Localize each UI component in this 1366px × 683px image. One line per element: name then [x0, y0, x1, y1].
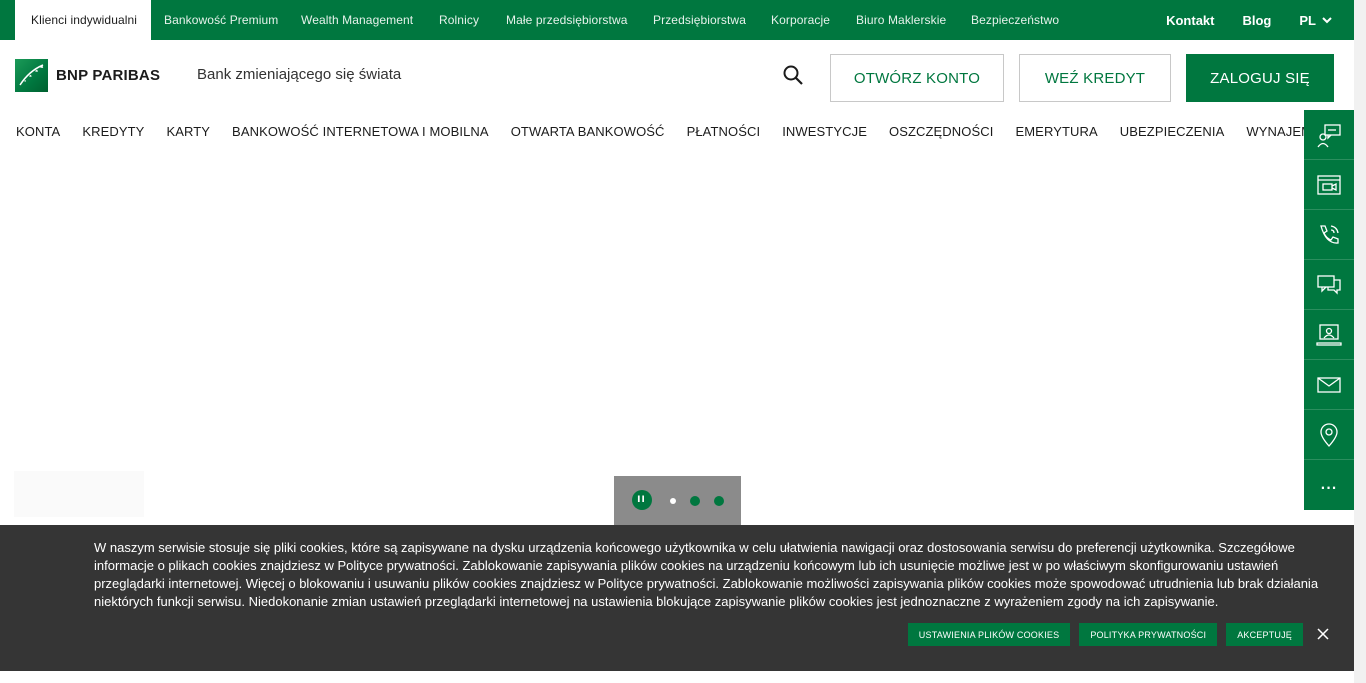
nav-item-oszczednosci[interactable]: OSZCZĘDNOŚCI — [889, 124, 993, 144]
privacy-policy-button[interactable]: POLITYKA PRYWATNOŚCI — [1079, 623, 1218, 646]
chat-icon[interactable] — [1304, 260, 1354, 310]
cookie-actions: USTAWIENIA PLIKÓW COOKIES POLITYKA PRYWA… — [907, 623, 1303, 646]
location-pin-icon[interactable] — [1304, 410, 1354, 460]
cookie-banner: W naszym serwisie stosuje się pliki cook… — [0, 525, 1354, 671]
carousel-dot-1[interactable] — [669, 498, 676, 504]
language-selector[interactable]: PL — [1299, 13, 1332, 28]
blog-link[interactable]: Blog — [1242, 13, 1271, 28]
segment-bankowosc-premium[interactable]: Bankowość Premium — [164, 13, 278, 27]
video-call-icon[interactable] — [1304, 160, 1354, 210]
nav-item-otwarta-bankowosc[interactable]: OTWARTA BANKOWOŚĆ — [511, 124, 665, 144]
nav-item-wynajem[interactable]: WYNAJEM — [1246, 124, 1312, 144]
chevron-down-icon — [1322, 16, 1332, 23]
online-advisor-icon[interactable] — [1304, 310, 1354, 360]
carousel-dot-3[interactable] — [713, 496, 724, 506]
logo-stars-icon — [15, 59, 48, 92]
top-utility-links: Kontakt Blog PL — [1166, 0, 1332, 40]
segment-male-przedsiebiorstwa[interactable]: Małe przedsiębiorstwa — [506, 13, 628, 27]
cookie-settings-button[interactable]: USTAWIENIA PLIKÓW COOKIES — [907, 623, 1071, 646]
segment-korporacje[interactable]: Korporacje — [771, 13, 830, 27]
nav-item-platnosci[interactable]: PŁATNOŚCI — [687, 124, 761, 144]
nav-item-bankowosc-internetowa[interactable]: BANKOWOŚĆ INTERNETOWA I MOBILNA — [232, 124, 489, 144]
header: BNP PARIBAS Bank zmieniającego się świat… — [0, 40, 1354, 116]
hero-placeholder — [14, 471, 144, 517]
segment-bezpieczenstwo[interactable]: Bezpieczeństwo — [971, 13, 1059, 27]
carousel-controls: II — [614, 476, 741, 526]
nav-item-karty[interactable]: KARTY — [166, 124, 210, 144]
advisor-chat-icon[interactable] — [1304, 110, 1354, 160]
logo-text: BNP PARIBAS — [56, 67, 161, 84]
more-options-button[interactable]: ... — [1304, 460, 1354, 510]
mail-icon[interactable] — [1304, 360, 1354, 410]
contact-side-rail: ... — [1304, 110, 1354, 510]
bnp-paribas-logo[interactable]: BNP PARIBAS — [15, 59, 160, 92]
segment-biuro-maklerskie[interactable]: Biuro Maklerskie — [856, 13, 946, 27]
nav-item-inwestycje[interactable]: INWESTYCJE — [782, 124, 867, 144]
search-icon[interactable] — [782, 64, 804, 86]
open-account-button[interactable]: OTWÓRZ KONTO — [830, 54, 1004, 102]
take-loan-button[interactable]: WEŹ KREDYT — [1019, 54, 1171, 102]
scrollbar[interactable] — [1354, 0, 1366, 683]
carousel-dot-2[interactable] — [689, 496, 700, 506]
phone-icon[interactable] — [1304, 210, 1354, 260]
nav-item-kredyty[interactable]: KREDYTY — [82, 124, 144, 144]
close-icon[interactable] — [1316, 626, 1330, 640]
more-label: ... — [1320, 478, 1338, 492]
cookie-notice-text: W naszym serwisie stosuje się pliki cook… — [94, 540, 1319, 609]
segment-przedsiebiorstwa[interactable]: Przedsiębiorstwa — [653, 13, 746, 27]
segment-klienci-indywidualni[interactable]: Klienci indywidualni — [15, 0, 152, 40]
nav-item-emerytura[interactable]: EMERYTURA — [1015, 124, 1097, 144]
language-label: PL — [1299, 12, 1316, 28]
main-navigation: KONTA KREDYTY KARTY BANKOWOŚĆ INTERNETOW… — [16, 124, 1312, 144]
nav-item-konta[interactable]: KONTA — [16, 124, 60, 144]
pause-button[interactable]: II — [631, 490, 652, 510]
login-button[interactable]: ZALOGUJ SIĘ — [1186, 54, 1334, 102]
top-bar: Klienci indywidualni Bankowość Premium W… — [0, 0, 1354, 40]
tagline: Bank zmieniającego się świata — [197, 66, 402, 83]
segment-wealth-management[interactable]: Wealth Management — [301, 13, 413, 27]
nav-item-ubezpieczenia[interactable]: UBEZPIECZENIA — [1120, 124, 1225, 144]
segment-rolnicy[interactable]: Rolnicy — [439, 13, 479, 27]
accept-cookies-button[interactable]: AKCEPTUJĘ — [1226, 623, 1303, 646]
contact-link[interactable]: Kontakt — [1166, 13, 1214, 28]
